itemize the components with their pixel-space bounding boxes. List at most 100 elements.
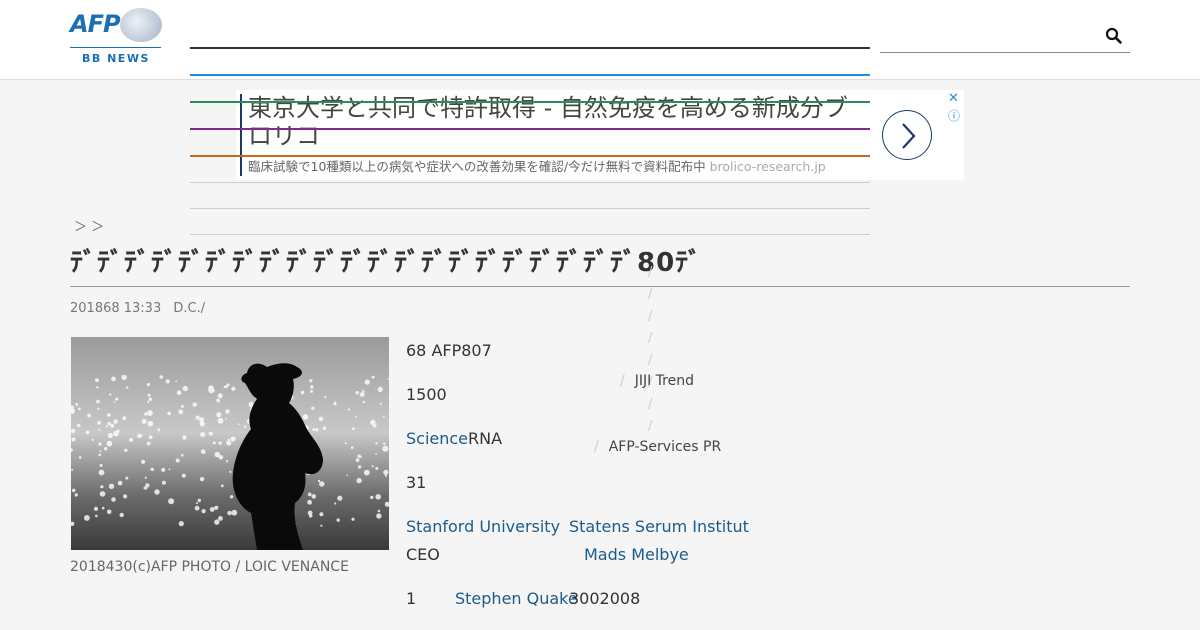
photo-sparkle bbox=[154, 489, 160, 495]
photo-sparkle bbox=[145, 483, 150, 488]
photo-sparkle bbox=[356, 477, 362, 484]
photo-sparkle bbox=[175, 380, 177, 382]
photo-sparkle bbox=[115, 397, 119, 401]
photo-sparkle bbox=[146, 441, 151, 446]
photo-sparkle bbox=[199, 476, 205, 482]
photo-sparkle bbox=[359, 392, 365, 397]
photo-sparkle bbox=[200, 449, 206, 454]
photo-sparkle bbox=[383, 469, 389, 475]
ad-close-icon[interactable]: ✕ bbox=[948, 91, 959, 106]
photo-sparkle bbox=[195, 415, 200, 420]
photo-sparkle bbox=[350, 446, 354, 449]
photo-sparkle bbox=[371, 375, 375, 379]
photo-sparkle bbox=[375, 466, 379, 470]
separator: / bbox=[648, 419, 653, 434]
photo-sparkle bbox=[238, 423, 240, 425]
photo-sparkle bbox=[71, 428, 76, 434]
search-icon[interactable] bbox=[1105, 27, 1123, 45]
afp-services-pr-link[interactable]: / AFP-Services PR bbox=[594, 439, 721, 455]
photo-sparkle bbox=[310, 385, 314, 389]
science-link[interactable]: Science bbox=[406, 429, 468, 448]
photo-sparkle bbox=[200, 432, 206, 437]
separator: / bbox=[594, 439, 599, 455]
photo-sparkle bbox=[229, 495, 234, 499]
mads-melbye-link[interactable]: Mads Melbye bbox=[584, 545, 689, 564]
photo-sparkle bbox=[122, 416, 127, 421]
photo-sparkle bbox=[227, 441, 231, 446]
photo-sparkle bbox=[105, 425, 108, 428]
photo-sparkle bbox=[85, 430, 90, 435]
photo-sparkle bbox=[197, 498, 201, 503]
photo-sparkle bbox=[84, 515, 90, 521]
photo-sparkle bbox=[322, 426, 327, 430]
article-photo[interactable] bbox=[71, 337, 389, 550]
logo-subtitle: BB NEWS bbox=[82, 52, 150, 65]
afp-bb-news-logo[interactable]: AFP BB NEWS bbox=[70, 8, 162, 65]
photo-sparkle bbox=[168, 468, 171, 471]
photo-sparkle bbox=[126, 386, 129, 389]
photo-sparkle bbox=[147, 400, 150, 403]
ad-open-button[interactable] bbox=[882, 110, 932, 160]
stanford-university-link[interactable]: Stanford University bbox=[406, 517, 560, 536]
photo-sparkle bbox=[230, 436, 236, 442]
photo-sparkle bbox=[98, 453, 102, 457]
photo-sparkle bbox=[216, 398, 221, 403]
photo-sparkle bbox=[141, 459, 146, 464]
photo-sparkle bbox=[107, 413, 111, 417]
photo-sparkle bbox=[192, 402, 197, 407]
photo-sparkle bbox=[168, 498, 175, 505]
photo-sparkle bbox=[157, 428, 161, 432]
photo-sparkle bbox=[300, 390, 305, 395]
advertisement-banner[interactable]: 東京大学と共同で特許取得 - 自然免疫を高める新成分ブロリコ 臨床試験で10種類… bbox=[236, 90, 964, 180]
photo-sparkle bbox=[77, 423, 81, 428]
jiji-trend-link[interactable]: / JIJI Trend bbox=[620, 373, 694, 389]
photo-sparkle bbox=[159, 375, 164, 379]
photo-sparkle bbox=[165, 379, 170, 384]
photo-sparkle bbox=[98, 428, 101, 431]
photo-sparkle bbox=[137, 433, 142, 439]
photo-sparkle bbox=[377, 509, 381, 513]
photo-sparkle bbox=[357, 465, 362, 469]
nav-line-7 bbox=[190, 208, 870, 209]
photo-sparkle bbox=[375, 453, 377, 456]
photo-sparkle bbox=[216, 505, 219, 508]
photo-sparkle bbox=[319, 481, 325, 487]
photo-sparkle bbox=[216, 412, 222, 418]
photo-sparkle bbox=[78, 407, 81, 411]
photo-sparkle bbox=[363, 469, 370, 476]
photo-sparkle bbox=[178, 521, 184, 527]
photo-sparkle bbox=[362, 401, 365, 404]
photo-sparkle bbox=[208, 431, 213, 436]
nav-line-1 bbox=[190, 47, 870, 49]
photo-sparkle bbox=[78, 456, 82, 459]
statens-serum-institut-link[interactable]: Statens Serum Institut bbox=[569, 517, 749, 536]
stephen-quake-link[interactable]: Stephen Quake bbox=[455, 589, 578, 608]
photo-sparkle bbox=[113, 400, 116, 403]
photo-sparkle bbox=[117, 480, 123, 486]
photo-sparkle bbox=[227, 510, 232, 516]
ad-description[interactable]: 臨床試験で10種類以上の病気や症状への改善効果を確認/今だけ無料で資料配布中 b… bbox=[248, 156, 826, 175]
photo-sparkle bbox=[180, 404, 184, 408]
photo-sparkle bbox=[312, 428, 316, 431]
photo-sparkle bbox=[382, 415, 385, 418]
breadcrumb[interactable]: ＞ ＞ bbox=[74, 216, 104, 235]
photo-sparkle bbox=[209, 507, 215, 512]
photo-sparkle bbox=[229, 470, 232, 473]
title-divider bbox=[70, 286, 1130, 287]
nav-line-5 bbox=[190, 155, 870, 157]
ad-info-icon[interactable]: ⓘ bbox=[948, 107, 960, 124]
photo-sparkle bbox=[336, 518, 340, 522]
ad-description-text: 臨床試験で10種類以上の病気や症状への改善効果を確認/今だけ無料で資料配布中 bbox=[248, 159, 706, 174]
photo-sparkle bbox=[220, 484, 224, 488]
photo-sparkle bbox=[218, 441, 222, 445]
nav-line-3 bbox=[190, 101, 870, 103]
photo-sparkle bbox=[334, 502, 337, 505]
photo-sparkle bbox=[218, 455, 224, 460]
photo-sparkle bbox=[175, 458, 180, 463]
search-input[interactable] bbox=[880, 52, 1130, 53]
photo-sparkle bbox=[147, 393, 151, 397]
logo-divider bbox=[70, 47, 161, 48]
photo-sparkle bbox=[99, 463, 103, 467]
photo-sparkle bbox=[176, 390, 182, 395]
nav-line-8 bbox=[190, 234, 870, 235]
